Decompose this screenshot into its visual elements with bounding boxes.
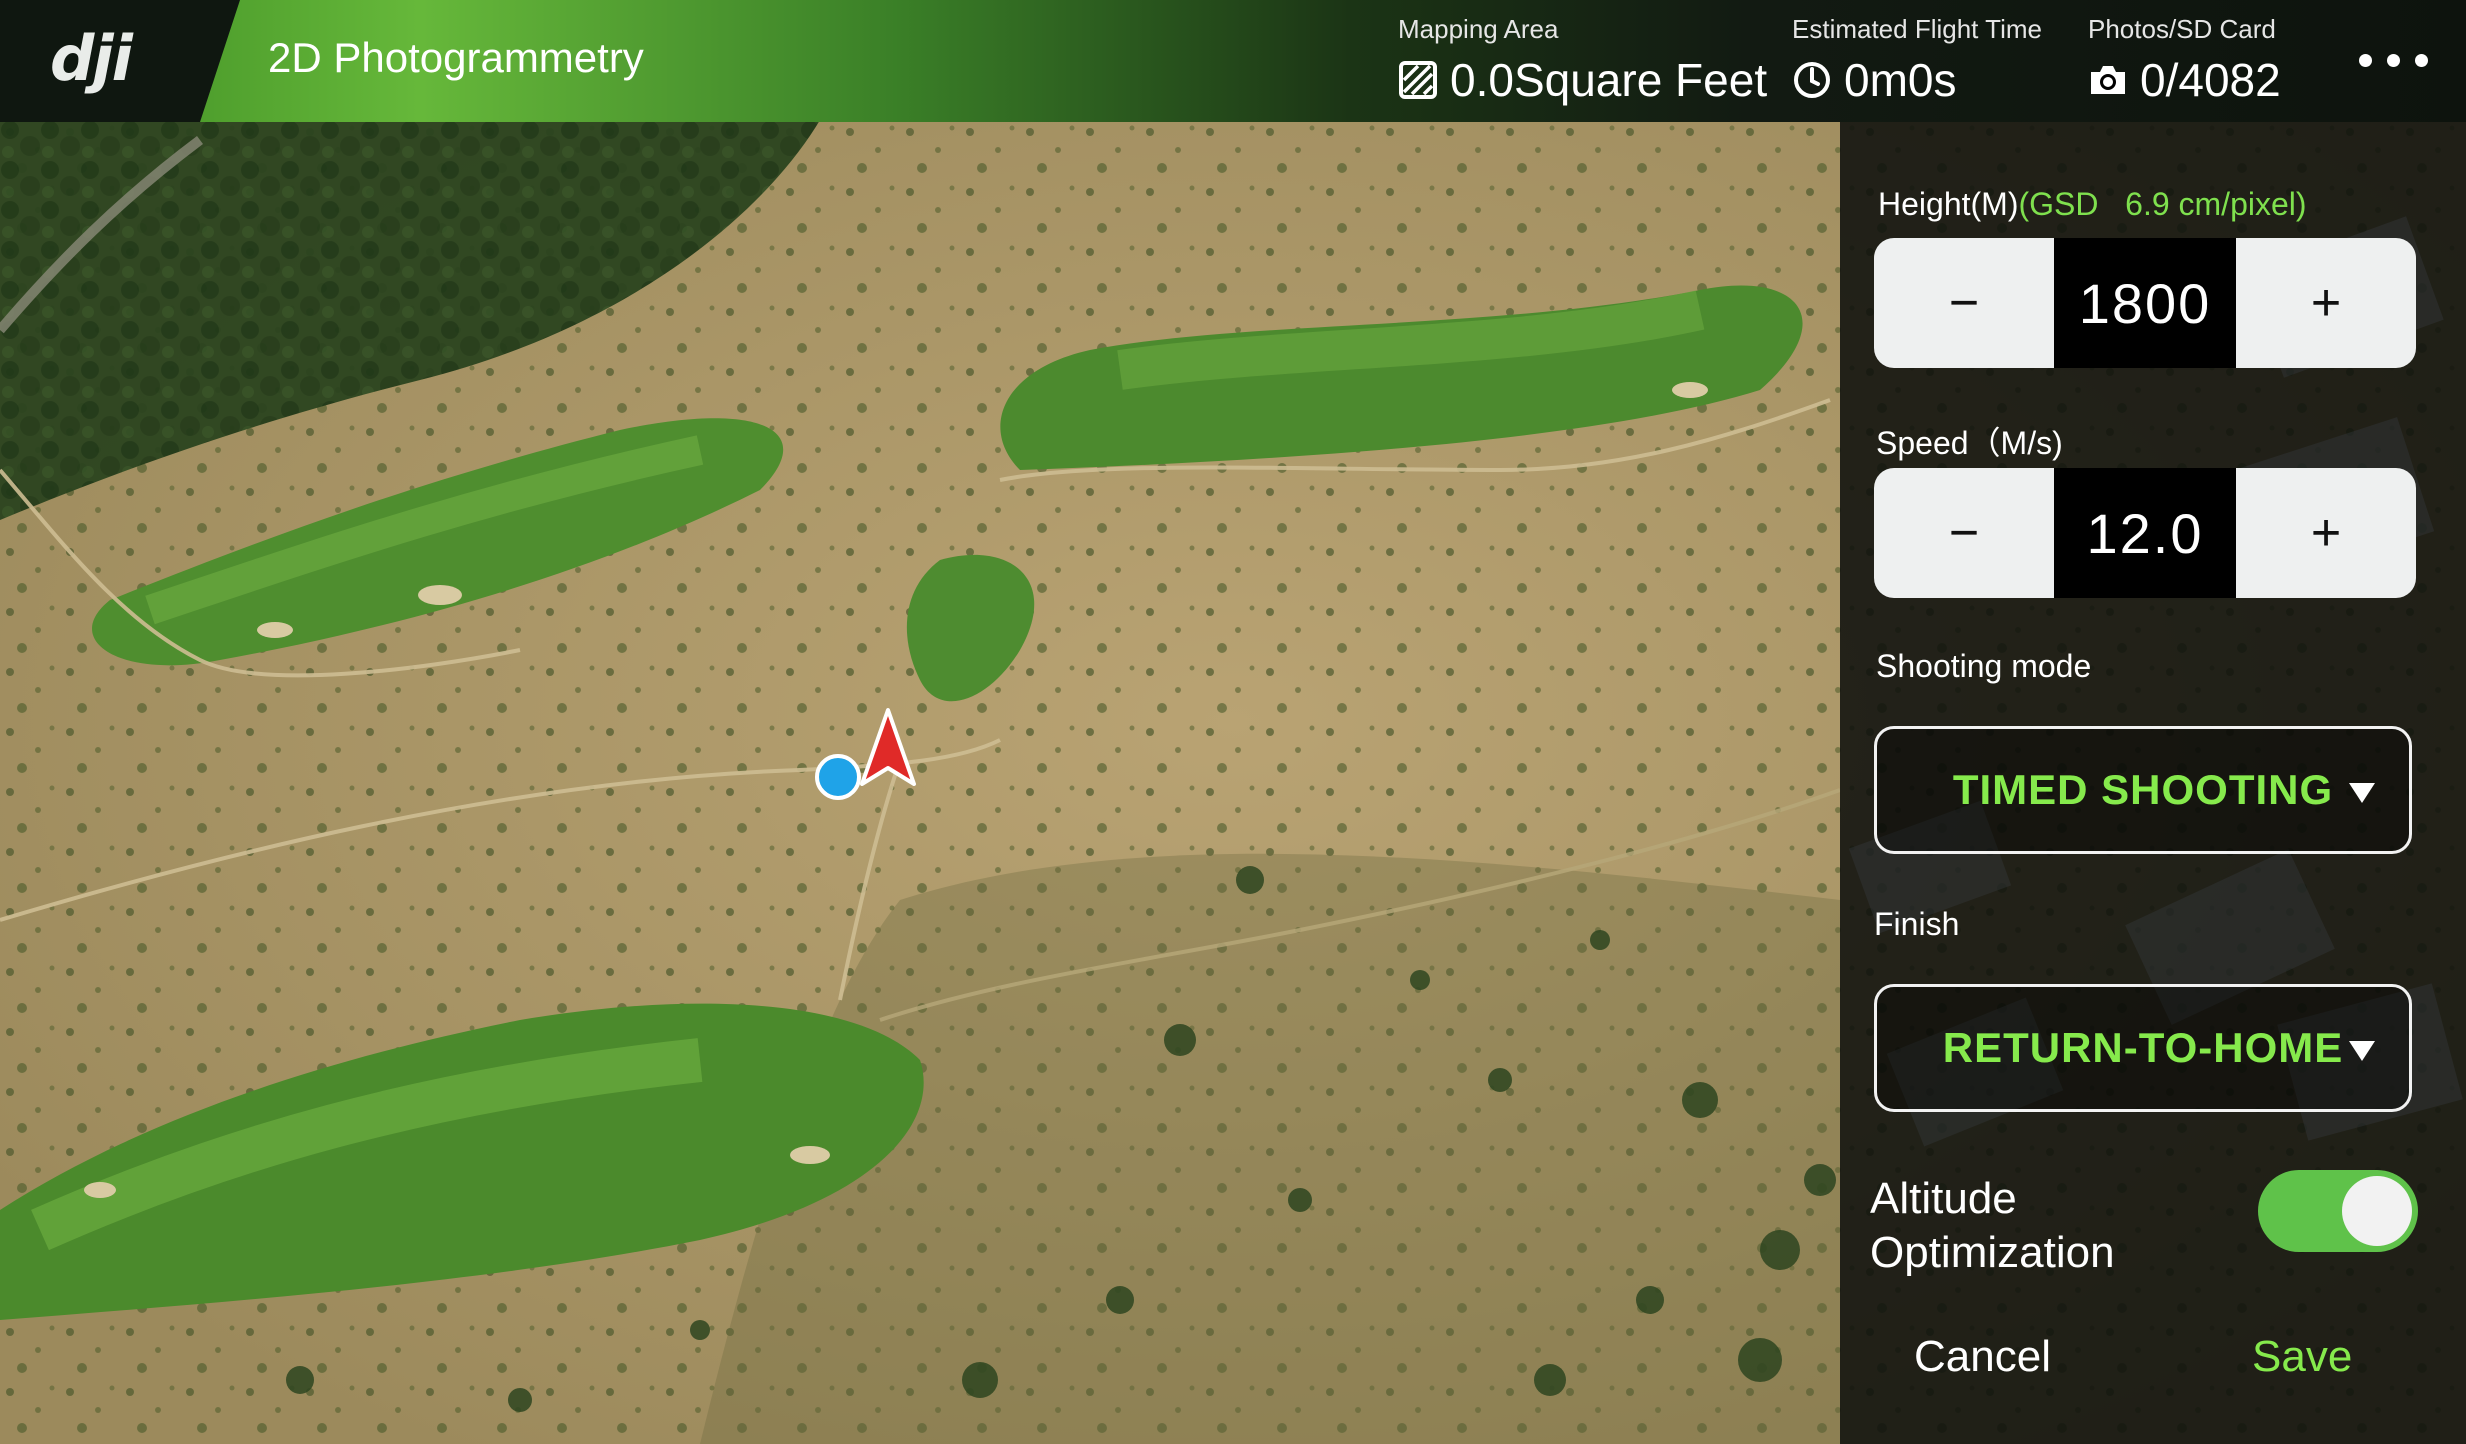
save-button[interactable]: Save <box>2252 1332 2352 1382</box>
mapping-area-value: 0.0Square Feet <box>1450 54 1768 106</box>
gsd-value: 6.9 cm/pixel) <box>2125 186 2307 222</box>
height-decrease-button[interactable]: − <box>1874 238 2054 368</box>
gsd-label: (GSD <box>2018 186 2099 222</box>
shooting-mode-value: TIMED SHOOTING <box>1952 766 2334 813</box>
mission-title: 2D Photogrammetry <box>268 34 644 81</box>
speed-stepper: − 12.0 + <box>1874 468 2416 598</box>
logo-block: dji <box>0 0 240 122</box>
aircraft-position-icon <box>860 708 916 786</box>
altitude-optimization-toggle[interactable] <box>2258 1170 2418 1252</box>
height-stepper: − 1800 + <box>1874 238 2416 368</box>
flight-time-stat: Estimated Flight Time 0m0s <box>1792 14 2042 107</box>
flight-time-label: Estimated Flight Time <box>1792 14 2042 44</box>
hatched-square-icon <box>1399 61 1437 99</box>
photos-value: 0/4082 <box>2140 54 2281 106</box>
clock-icon <box>1794 62 1830 98</box>
altitude-optimization-label: Altitude Optimization <box>1870 1172 2115 1280</box>
height-increase-button[interactable]: + <box>2236 238 2416 368</box>
altitude-label-line1: Altitude <box>1870 1174 2017 1223</box>
altitude-label-line2: Optimization <box>1870 1228 2115 1277</box>
mapping-area-stat: Mapping Area 0.0Square Feet <box>1398 14 1767 107</box>
settings-panel: Height(M)(GSD 6.9 cm/pixel) − 1800 + Spe… <box>1840 122 2466 1444</box>
photos-stat: Photos/SD Card 0/4082 <box>2088 14 2281 107</box>
shooting-mode-dropdown[interactable]: TIMED SHOOTING <box>1874 726 2412 854</box>
home-point-marker[interactable] <box>815 754 861 800</box>
ellipsis-icon[interactable] <box>2355 50 2435 70</box>
mapping-area-label: Mapping Area <box>1398 14 1559 44</box>
dropdown-caret-icon <box>2349 1041 2375 1061</box>
top-bar: dji 2D Photogrammetry Mapping Area 0.0Sq… <box>0 0 2466 122</box>
flight-time-value: 0m0s <box>1844 54 1957 106</box>
photos-label: Photos/SD Card <box>2088 14 2276 44</box>
finish-action-dropdown[interactable]: RETURN-TO-HOME <box>1874 984 2412 1112</box>
speed-decrease-button[interactable]: − <box>1874 468 2054 598</box>
speed-increase-button[interactable]: + <box>2236 468 2416 598</box>
dji-logo[interactable]: dji <box>50 22 133 95</box>
finish-action-value: RETURN-TO-HOME <box>1942 1024 2344 1071</box>
dropdown-caret-icon <box>2349 783 2375 803</box>
height-label-row: Height(M)(GSD 6.9 cm/pixel) <box>1878 186 2307 223</box>
cancel-button[interactable]: Cancel <box>1914 1332 2051 1382</box>
finish-label: Finish <box>1874 906 1960 942</box>
toggle-knob <box>2342 1176 2412 1246</box>
speed-value[interactable]: 12.0 <box>2054 468 2236 598</box>
speed-label: Speed（M/s) <box>1876 425 2063 461</box>
height-label: Height(M) <box>1878 186 2019 222</box>
camera-icon <box>2091 66 2125 94</box>
shooting-mode-label: Shooting mode <box>1876 648 2092 684</box>
height-value[interactable]: 1800 <box>2054 238 2236 368</box>
